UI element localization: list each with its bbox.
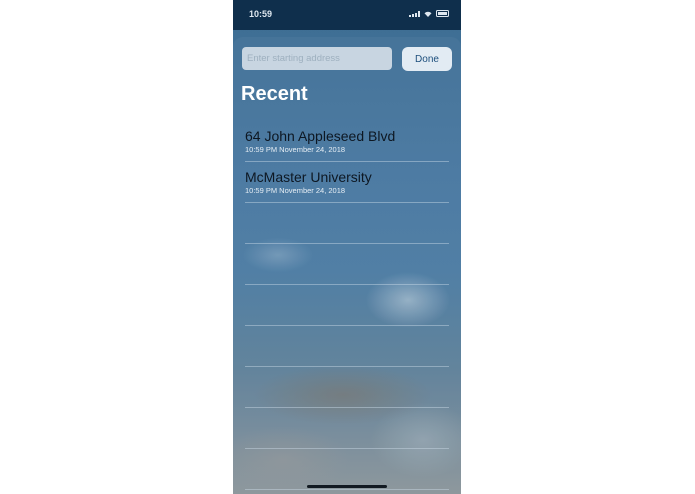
done-button[interactable]: Done	[402, 47, 452, 71]
list-item-timestamp: 10:59 PM November 24, 2018	[245, 145, 346, 154]
section-title: Recent	[241, 83, 308, 105]
list-item[interactable]	[245, 449, 449, 490]
list-item[interactable]	[245, 326, 449, 367]
list-item-title: McMaster University	[245, 169, 372, 185]
list-item[interactable]	[245, 244, 449, 285]
status-time: 10:59	[249, 9, 273, 19]
home-indicator[interactable]	[307, 485, 387, 488]
wifi-icon	[424, 11, 432, 17]
status-icons	[409, 10, 449, 17]
list-item-title: 64 John Appleseed Blvd	[245, 128, 396, 144]
recent-list: 64 John Appleseed Blvd 10:59 PM November…	[245, 121, 449, 490]
list-item[interactable]: McMaster University 10:59 PM November 24…	[245, 162, 449, 203]
recent-sheet: Done Recent 64 John Appleseed Blvd 10:59…	[233, 37, 461, 494]
list-item[interactable]	[245, 285, 449, 326]
list-item[interactable]	[245, 367, 449, 408]
list-item[interactable]: 64 John Appleseed Blvd 10:59 PM November…	[245, 121, 449, 162]
signal-icon	[409, 11, 420, 17]
list-item[interactable]	[245, 203, 449, 244]
list-item[interactable]	[245, 408, 449, 449]
phone-screen: 10:59 Done Recent 64 John Appleseed Blvd…	[233, 0, 461, 494]
status-bar: 10:59	[233, 0, 461, 30]
starting-address-input[interactable]	[242, 47, 392, 70]
list-item-timestamp: 10:59 PM November 24, 2018	[245, 186, 346, 195]
battery-icon	[436, 10, 449, 17]
